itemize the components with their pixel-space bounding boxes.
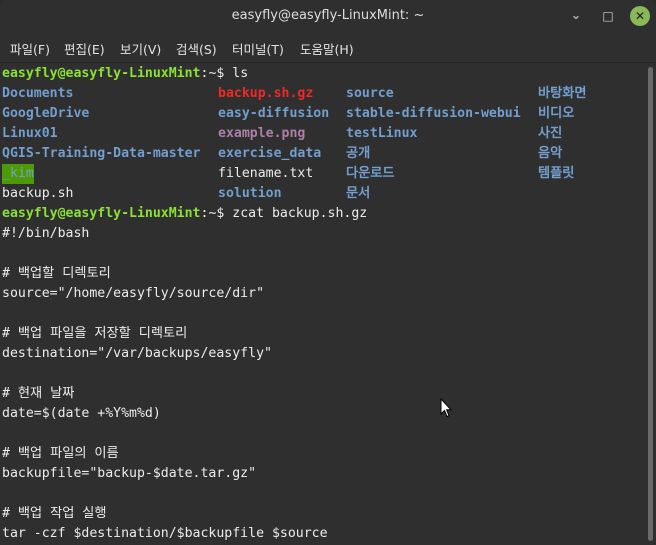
ls-entry: stable-diffusion-webui — [346, 106, 521, 121]
menu-edit[interactable]: 편집(E) — [64, 39, 105, 58]
prompt-line: easyfly@easyfly-LinuxMint:~$ zcat backup… — [2, 204, 367, 224]
menu-terminal[interactable]: 터미널(T) — [232, 39, 284, 58]
menu-search[interactable]: 검색(S) — [176, 39, 217, 58]
ls-entry: source — [346, 86, 394, 101]
output-line: # 현재 날짜 — [2, 386, 75, 401]
output-line: backupfile="backup-$date.tar.gz" — [2, 466, 257, 481]
ls-entry: filename.txt — [218, 166, 314, 181]
prompt-user: easyfly@easyfly-LinuxMint — [2, 206, 201, 221]
ls-entry: Linux01 — [2, 126, 58, 141]
terminal-output[interactable]: easyfly@easyfly-LinuxMint:~$ ls Document… — [0, 63, 645, 545]
ls-entry: 다운로드 — [346, 166, 395, 181]
mouse-pointer-icon — [440, 398, 452, 418]
ls-entry: backup.sh — [2, 186, 74, 201]
output-line: # 백업 작업 실행 — [2, 506, 107, 521]
output-line: # 백업 파일의 이름 — [2, 446, 119, 461]
prompt-line: easyfly@easyfly-LinuxMint:~$ ls — [2, 64, 248, 84]
window-title: easyfly@easyfly-LinuxMint: ~ — [231, 8, 425, 23]
output-line: # 백업할 디렉토리 — [2, 266, 111, 281]
output-line: #!/bin/bash — [2, 226, 90, 241]
ls-entry: QGIS-Training-Data-master — [2, 146, 201, 161]
ls-entry: 템플릿 — [538, 166, 575, 181]
command-text: zcat backup.sh.gz — [232, 206, 368, 221]
menu-view[interactable]: 보기(V) — [120, 39, 161, 58]
ls-entry: 문서 — [346, 186, 371, 201]
scrollbar-thumb[interactable] — [648, 67, 653, 541]
prompt-path: :~$ — [200, 206, 233, 221]
maximize-button[interactable]: □ — [598, 6, 618, 26]
output-line: tar -czf $destination/$backupfile $sourc… — [2, 526, 328, 541]
ls-entry: example.png — [218, 126, 306, 141]
ls-entry: backup.sh.gz — [218, 86, 314, 101]
ls-entry: testLinux — [346, 126, 418, 141]
ls-entry: easy-diffusion — [218, 106, 330, 121]
minimize-button[interactable]: ⌄ — [566, 6, 586, 26]
menu-help[interactable]: 도움말(H) — [300, 39, 354, 58]
menu-file[interactable]: 파일(F) — [10, 39, 50, 58]
title-bar[interactable]: easyfly@easyfly-LinuxMint: ~ ⌄ □ ✕ — [0, 0, 656, 32]
menu-bar: 파일(F) 편집(E) 보기(V) 검색(S) 터미널(T) 도움말(H) — [0, 32, 656, 63]
output-line: # 백업 파일을 저장할 디렉토리 — [2, 326, 188, 341]
ls-entry: 공개 — [346, 146, 371, 161]
ls-entry: GoogleDrive — [2, 106, 90, 121]
ls-entry: 비디오 — [538, 106, 575, 121]
ls-entry: solution — [218, 186, 282, 201]
output-line: destination="/var/backups/easyfly" — [2, 346, 272, 361]
ls-entry: Documents — [2, 86, 74, 101]
ls-entry: 바탕화면 — [538, 86, 587, 101]
scrollbar[interactable] — [645, 63, 656, 545]
prompt-user: easyfly@easyfly-LinuxMint — [2, 66, 201, 81]
output-line: source="/home/easyfly/source/dir" — [2, 286, 265, 301]
command-text: ls — [232, 66, 249, 81]
output-line: date=$(date +%Y%m%d) — [2, 406, 161, 421]
close-button[interactable]: ✕ — [630, 6, 650, 26]
ls-entry: 사진 — [538, 126, 563, 141]
ls-entry: exercise_data — [218, 146, 322, 161]
ls-entry: _kim — [2, 164, 34, 184]
ls-entry: 음악 — [538, 146, 563, 161]
prompt-path: :~$ — [200, 66, 233, 81]
terminal-window: easyfly@easyfly-LinuxMint: ~ ⌄ □ ✕ 파일(F)… — [0, 0, 656, 545]
